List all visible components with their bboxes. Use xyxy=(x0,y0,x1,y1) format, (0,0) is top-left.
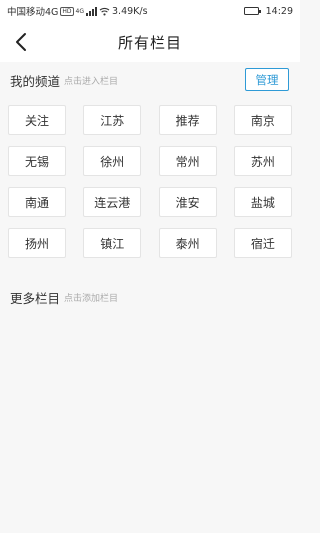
carrier-text: 中国移动4G xyxy=(7,7,59,18)
status-left: 中国移动4G HD 4G 3.49K/s xyxy=(7,4,148,19)
battery-icon xyxy=(244,7,261,15)
wifi-icon xyxy=(99,7,110,16)
signal-network-tag: 4G xyxy=(75,7,85,15)
channel-tile[interactable]: 宿迁 xyxy=(233,228,292,258)
more-channels-title: 更多栏目 xyxy=(10,290,61,306)
channel-tile[interactable]: 推荐 xyxy=(158,105,217,135)
page-title: 所有栏目 xyxy=(117,33,182,52)
status-bar: 中国移动4G HD 4G 3.49K/s 14:29 xyxy=(0,0,300,22)
channel-tile[interactable]: 江苏 xyxy=(83,105,142,135)
more-channels-hint: 点击添加栏目 xyxy=(64,293,119,304)
my-channels-grid: 关注 江苏 推荐 南京 无锡 徐州 常州 苏州 南通 连云港 淮安 盐城 扬州 … xyxy=(8,105,292,258)
network-speed-text: 3.49K/s xyxy=(112,5,148,17)
channel-tile[interactable]: 扬州 xyxy=(8,228,66,258)
channel-tile[interactable]: 泰州 xyxy=(158,228,217,258)
my-channels-hint: 点击进入栏目 xyxy=(64,76,119,87)
channel-tile[interactable]: 盐城 xyxy=(233,187,292,217)
manage-button[interactable]: 管理 xyxy=(245,68,289,91)
my-channels-title: 我的频道 xyxy=(10,73,61,89)
channel-tile[interactable]: 淮安 xyxy=(158,187,217,217)
channel-tile[interactable]: 苏州 xyxy=(233,146,292,176)
channel-tile[interactable]: 无锡 xyxy=(8,146,66,176)
channel-tile[interactable]: 南通 xyxy=(8,187,66,217)
channel-tile[interactable]: 关注 xyxy=(8,105,66,135)
channel-tile[interactable]: 镇江 xyxy=(83,228,142,258)
channel-tile[interactable]: 徐州 xyxy=(83,146,142,176)
signal-icon xyxy=(86,6,98,16)
channel-tile[interactable]: 南京 xyxy=(233,105,292,135)
more-channels-header: 更多栏目 点击添加栏目 xyxy=(0,280,300,314)
all-channels-page: 中国移动4G HD 4G 3.49K/s 14:29 所有栏目 我的频道 点击进… xyxy=(0,0,300,533)
hd-badge: HD xyxy=(60,6,74,16)
status-right: 14:29 xyxy=(244,6,293,17)
my-channels-header: 我的频道 点击进入栏目 管理 xyxy=(0,63,300,97)
nav-bar: 所有栏目 xyxy=(0,22,300,62)
back-arrow-icon[interactable] xyxy=(10,30,34,54)
clock-text: 14:29 xyxy=(265,5,293,17)
channel-tile[interactable]: 连云港 xyxy=(83,187,142,217)
channel-tile[interactable]: 常州 xyxy=(158,146,217,176)
